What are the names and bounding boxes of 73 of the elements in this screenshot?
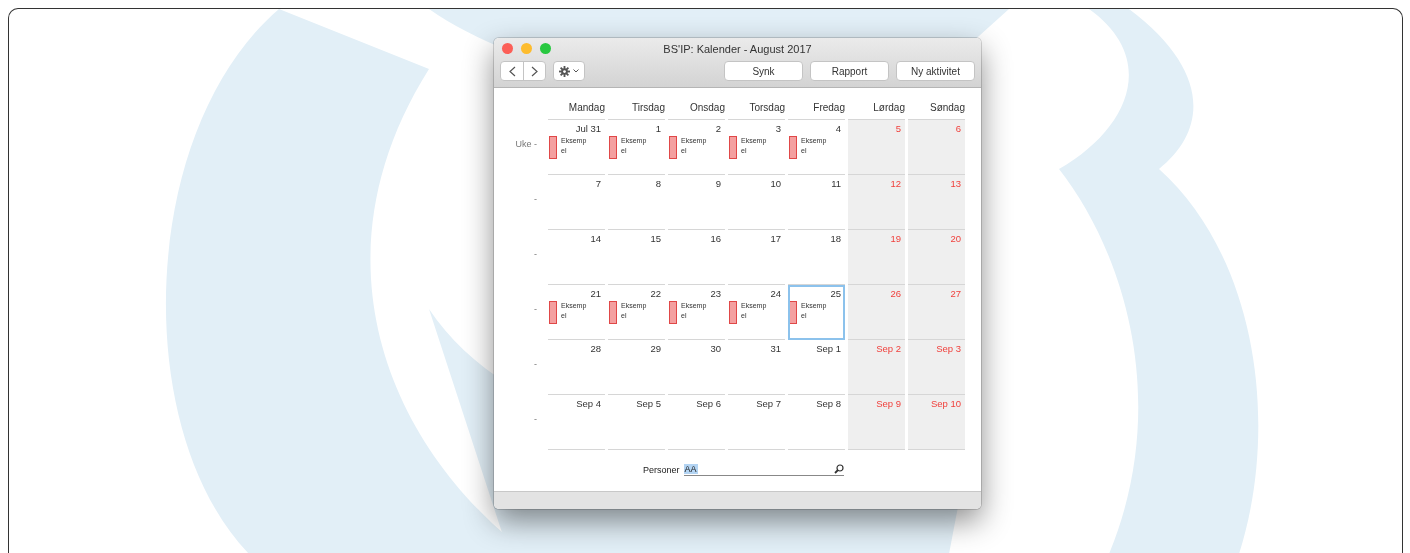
caret-icon: [573, 69, 579, 73]
event-marker[interactable]: [789, 301, 797, 324]
week-label: -: [533, 413, 538, 424]
day-number: 10: [770, 178, 781, 189]
toolbar-button[interactable]: Synk: [724, 61, 803, 81]
toolbar-button[interactable]: Rapport: [810, 61, 889, 81]
day-number: 15: [650, 233, 661, 244]
event-marker[interactable]: [609, 136, 617, 159]
day-number: 4: [835, 123, 841, 134]
day-number: 23: [710, 288, 721, 299]
day-number: 9: [715, 178, 721, 189]
persons-label: Personer: [643, 464, 680, 475]
day-number: 21: [590, 288, 601, 299]
day-number: 16: [710, 233, 721, 244]
event-marker[interactable]: [729, 301, 737, 324]
day-number: 7: [595, 178, 601, 189]
event-marker[interactable]: [609, 301, 617, 324]
close-button[interactable]: [502, 43, 513, 54]
day-number: 3: [775, 123, 781, 134]
search-icon: [833, 464, 844, 474]
day-number: Sep 5: [636, 398, 661, 409]
day-number: Sep 2: [876, 343, 901, 354]
window-title: BS'IP: Kalender - August 2017: [663, 43, 812, 55]
event-marker[interactable]: [669, 136, 677, 159]
minimize-button[interactable]: [521, 43, 532, 54]
day-number: 22: [650, 288, 661, 299]
day-number: 12: [890, 178, 901, 189]
day-number: 30: [710, 343, 721, 354]
day-number: 2: [715, 123, 721, 134]
day-number: 11: [831, 178, 841, 189]
day-number: Sep 3: [936, 343, 961, 354]
day-number: 13: [950, 178, 961, 189]
day-number: 28: [590, 343, 601, 354]
day-number: 26: [890, 288, 901, 299]
persons-field[interactable]: AA: [683, 463, 844, 476]
day-number: 24: [770, 288, 781, 299]
day-number: Jul 31: [575, 123, 601, 134]
zoom-button[interactable]: [540, 43, 551, 54]
day-number: 20: [950, 233, 961, 244]
day-number: Sep 1: [816, 343, 841, 354]
day-number: 18: [830, 233, 841, 244]
week-label: -: [533, 248, 538, 259]
day-number: 6: [955, 123, 961, 134]
event-marker[interactable]: [669, 301, 677, 324]
week-label: -: [533, 303, 538, 314]
day-number: 29: [650, 343, 661, 354]
day-number: 27: [950, 288, 961, 299]
event-marker[interactable]: [549, 136, 557, 159]
event-marker[interactable]: [789, 136, 797, 159]
day-number: 17: [770, 233, 781, 244]
day-number: 1: [655, 123, 661, 134]
week-label: -: [533, 193, 538, 204]
day-number: 14: [590, 233, 601, 244]
day-number: Sep 4: [576, 398, 601, 409]
day-number: Sep 7: [756, 398, 781, 409]
chevron-right-icon: [531, 65, 538, 77]
day-number: 25: [830, 288, 841, 299]
toolbar-button[interactable]: Ny aktivitet: [896, 61, 975, 81]
day-number: Sep 9: [876, 398, 901, 409]
day-number: Sep 8: [816, 398, 841, 409]
day-number: 8: [655, 178, 661, 189]
week-label: Uke -: [514, 138, 538, 149]
day-number: 19: [890, 233, 901, 244]
settings-icon: [559, 65, 570, 77]
event-marker[interactable]: [729, 136, 737, 159]
day-number: Sep 10: [930, 398, 961, 409]
chevron-left-icon: [508, 65, 516, 77]
day-number: 31: [770, 343, 781, 354]
event-marker[interactable]: [549, 301, 557, 324]
settings-button[interactable]: [553, 61, 585, 81]
day-number: Sep 6: [696, 398, 721, 409]
week-label: -: [533, 358, 538, 369]
day-number: 5: [895, 123, 901, 134]
